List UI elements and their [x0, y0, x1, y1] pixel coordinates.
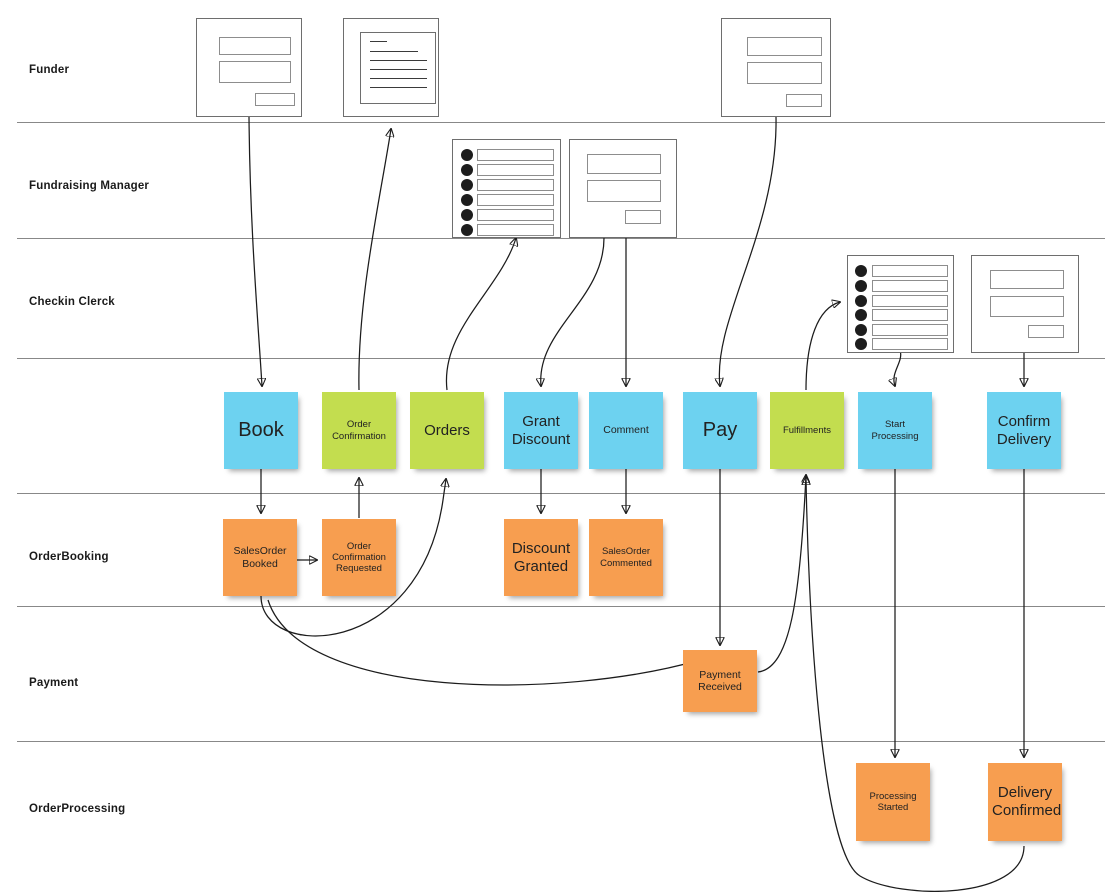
lane-divider-payment	[17, 741, 1105, 742]
sticky-label: SalesOrder Booked	[233, 545, 287, 570]
sticky-label: Payment Received	[698, 668, 742, 693]
form-field-2	[990, 296, 1064, 317]
lane-divider-fundraising-manager	[17, 238, 1105, 239]
sticky-event-salesorder-booked[interactable]: SalesOrder Booked	[223, 519, 297, 596]
mockup-funder-payment-form[interactable]	[721, 18, 831, 117]
sticky-label: Start Processing	[871, 419, 919, 442]
sticky-command-pay[interactable]: Pay	[683, 392, 757, 469]
sticky-readmodel-order-confirmation[interactable]: Order Confirmation	[322, 392, 396, 469]
form-submit-button	[255, 93, 295, 106]
lane-label-payment: Payment	[29, 677, 79, 689]
form-submit-button	[786, 94, 822, 107]
sticky-label: Processing Started	[869, 790, 917, 813]
sticky-readmodel-orders[interactable]: Orders	[410, 392, 484, 469]
lane-divider-commands	[17, 493, 1105, 494]
form-field-1	[747, 37, 822, 56]
form-field-2	[219, 61, 291, 83]
sticky-command-start-processing[interactable]: Start Processing	[858, 392, 932, 469]
connector-discountform-to-grantdiscount	[541, 237, 605, 386]
sticky-label: Orders	[424, 421, 470, 439]
sticky-label: Grant Discount	[511, 412, 571, 448]
connector-fulfillmentslist-to-startprocessing	[894, 349, 902, 386]
sticky-label: Delivery Confirmed	[992, 784, 1062, 819]
connector-salesorderbooked-to-paymentreceived	[267, 599, 701, 686]
sticky-event-order-confirmation-requested[interactable]: Order Confirmation Requested	[322, 519, 396, 596]
form-field-1	[990, 270, 1064, 289]
lane-label-orderprocessing: OrderProcessing	[29, 803, 126, 815]
event-storming-canvas: Funder Fundraising Manager Checkin Clerc…	[0, 0, 1120, 892]
form-field-2	[747, 62, 822, 84]
sticky-label: Fulfillments	[782, 424, 832, 436]
form-submit-button	[1028, 325, 1064, 338]
sticky-label: Discount Granted	[511, 539, 571, 575]
lane-divider-checkin-clerck	[17, 358, 1105, 359]
form-field-1	[219, 37, 291, 55]
sticky-event-payment-received[interactable]: Payment Received	[683, 650, 757, 712]
sticky-command-book[interactable]: Book	[224, 392, 298, 469]
lane-label-checkin-clerck: Checkin Clerck	[29, 296, 115, 308]
sticky-label: Comment	[603, 424, 649, 437]
sticky-label: Pay	[702, 418, 738, 441]
connector-bookingform-to-book	[248, 116, 262, 386]
mockup-funder-booking-form[interactable]	[196, 18, 302, 117]
mockup-manager-orders-list[interactable]	[452, 139, 561, 238]
mockup-clerck-delivery-form[interactable]	[971, 255, 1079, 353]
lane-divider-funder	[17, 122, 1105, 123]
sticky-readmodel-fulfillments[interactable]: Fulfillments	[770, 392, 844, 469]
form-field-2	[587, 180, 661, 202]
connector-paymentform-to-pay	[719, 116, 777, 386]
sticky-command-comment[interactable]: Comment	[589, 392, 663, 469]
sticky-event-processing-started[interactable]: Processing Started	[856, 763, 930, 841]
sticky-label: Book	[238, 418, 284, 441]
sticky-label: Order Confirmation	[332, 419, 386, 442]
document-frame	[360, 32, 436, 104]
sticky-command-grant-discount[interactable]: Grant Discount	[504, 392, 578, 469]
sticky-event-delivery-confirmed[interactable]: Delivery Confirmed	[988, 763, 1062, 841]
sticky-label: Confirm Delivery	[996, 412, 1052, 448]
lane-label-funder: Funder	[29, 64, 70, 76]
form-field-1	[587, 154, 661, 174]
sticky-command-confirm-delivery[interactable]: Confirm Delivery	[987, 392, 1061, 469]
form-submit-button	[625, 210, 661, 224]
mockup-clerck-fulfillments-list[interactable]	[847, 255, 954, 353]
sticky-label: SalesOrder Commented	[600, 546, 652, 569]
lane-label-orderbooking: OrderBooking	[29, 551, 109, 563]
mockup-manager-discount-form[interactable]	[569, 139, 677, 238]
connector-fulfillments-to-fulfillmentslist	[805, 302, 840, 391]
lane-divider-orderbooking	[17, 606, 1105, 607]
lane-label-fundraising-manager: Fundraising Manager	[29, 180, 150, 192]
sticky-label: Order Confirmation Requested	[332, 540, 386, 575]
connector-paymentreceived-to-fulfillments	[757, 475, 806, 673]
connector-orderconfirmation-to-document	[358, 129, 391, 391]
mockup-funder-confirmation-document[interactable]	[343, 18, 439, 117]
sticky-event-salesorder-commented[interactable]: SalesOrder Commented	[589, 519, 663, 596]
sticky-event-discount-granted[interactable]: Discount Granted	[504, 519, 578, 596]
connector-orders-to-orderslist	[445, 238, 516, 391]
